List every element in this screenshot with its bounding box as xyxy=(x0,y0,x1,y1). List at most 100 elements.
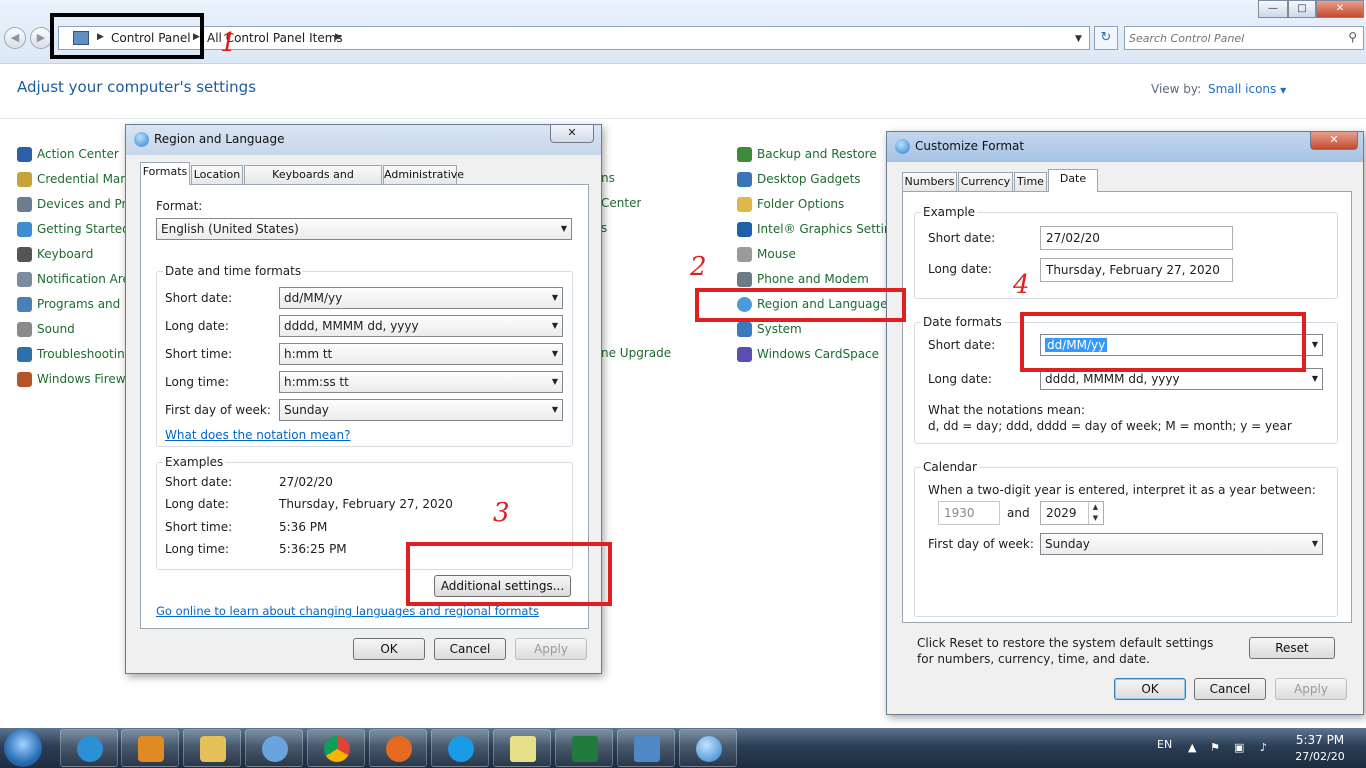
language-indicator[interactable]: EN xyxy=(1157,738,1172,751)
cp-item-system[interactable]: System xyxy=(737,321,887,339)
tab-formats[interactable]: Formats xyxy=(140,162,190,185)
online-languages-link[interactable]: Go online to learn about changing langua… xyxy=(156,604,539,618)
view-by-label: View by: xyxy=(1151,82,1202,96)
refresh-icon[interactable]: ↻ xyxy=(1094,26,1118,50)
date-time-formats-group: Date and time formats Short date: dd/MM/… xyxy=(156,264,573,447)
cp-item-action-center[interactable]: Action Center xyxy=(17,146,125,164)
cp-item-mouse[interactable]: Mouse xyxy=(737,246,887,264)
taskbar-explorer[interactable] xyxy=(183,729,241,767)
chrome-icon xyxy=(324,736,350,762)
flag-icon xyxy=(17,147,32,162)
apply-button[interactable]: Apply xyxy=(1275,678,1347,700)
cp-item-backup-restore[interactable]: Backup and Restore xyxy=(737,146,887,164)
folder-icon xyxy=(737,197,752,212)
taskbar-skype[interactable] xyxy=(431,729,489,767)
globe-icon xyxy=(696,736,722,762)
cp-item-folder-options[interactable]: Folder Options xyxy=(737,196,887,214)
cp-item-getting-started[interactable]: Getting Started xyxy=(17,221,125,239)
maximize-button[interactable]: □ xyxy=(1288,0,1316,18)
back-button[interactable]: ◀ xyxy=(4,27,26,49)
cancel-button[interactable]: Cancel xyxy=(1194,678,1266,700)
taskbar-firefox[interactable] xyxy=(369,729,427,767)
speaker-icon xyxy=(17,322,32,337)
tab-date[interactable]: Date xyxy=(1048,169,1098,192)
view-by-dropdown[interactable]: Small icons ▼ xyxy=(1208,82,1286,96)
cp-item-desktop-gadgets[interactable]: Desktop Gadgets xyxy=(737,171,887,189)
annotation-number-2: 2 xyxy=(690,252,707,282)
start-button[interactable] xyxy=(4,729,42,767)
cp-item-fragment[interactable]: ne Upgrade xyxy=(601,346,671,364)
cancel-button[interactable]: Cancel xyxy=(434,638,506,660)
cp-item-phone-modem[interactable]: Phone and Modem xyxy=(737,271,887,289)
close-button[interactable]: ✕ xyxy=(550,125,594,143)
cp-item-windows-firewall[interactable]: Windows Firewal xyxy=(17,371,125,389)
first-day-select[interactable]: Sunday ▼ xyxy=(279,399,563,421)
cp-item-fragment[interactable]: ns xyxy=(601,171,621,189)
minimize-button[interactable]: — xyxy=(1258,0,1288,18)
volume-icon[interactable]: ♪ xyxy=(1260,741,1267,754)
customize-format-dialog: Customize Format ✕ Numbers Currency Time… xyxy=(886,131,1364,715)
address-dropdown-icon[interactable]: ▼ xyxy=(1075,34,1082,44)
year-spinner-icon[interactable]: ▲ ▼ xyxy=(1088,502,1102,524)
example-long-time-label: Long time: xyxy=(165,542,230,556)
taskbar-mail[interactable] xyxy=(245,729,303,767)
example-long-date-value: Thursday, February 27, 2020 xyxy=(1040,258,1233,282)
address-box[interactable]: ▶ Control Panel ▶ All Control Panel Item… xyxy=(58,26,1090,50)
long-time-label: Long time: xyxy=(165,375,230,389)
cp-item-credential-manager[interactable]: Credential Mana xyxy=(17,171,125,189)
taskbar-internet-explorer[interactable] xyxy=(60,729,118,767)
notation-link[interactable]: What does the notation mean? xyxy=(165,428,350,442)
ok-button[interactable]: OK xyxy=(353,638,425,660)
tab-administrative[interactable]: Administrative xyxy=(383,165,464,185)
tab-currency[interactable]: Currency xyxy=(958,172,1013,192)
short-date-select[interactable]: dd/MM/yy ▼ xyxy=(279,287,563,309)
tab-keyboards-languages[interactable]: Keyboards and Languages xyxy=(244,165,382,199)
cp-item-keyboard[interactable]: Keyboard xyxy=(17,246,125,264)
taskbar-sticky-notes[interactable] xyxy=(493,729,551,767)
cp-item-fragment[interactable]: s xyxy=(601,221,621,239)
chevron-down-icon[interactable]: ▼ xyxy=(1312,335,1318,355)
example-short-time-value: 5:36 PM xyxy=(279,520,328,534)
format-select[interactable]: English (United States) ▼ xyxy=(156,218,572,240)
media-player-icon xyxy=(138,736,164,762)
show-hidden-icons-icon[interactable]: ▲ xyxy=(1188,741,1196,754)
cp-item-sound[interactable]: Sound xyxy=(17,321,125,339)
tab-location[interactable]: Location xyxy=(191,165,243,185)
backup-icon xyxy=(737,147,752,162)
calendar-group: Calendar When a two-digit year is entere… xyxy=(914,460,1338,617)
cp-item-programs-features[interactable]: Programs and Fe xyxy=(17,296,125,314)
short-time-select[interactable]: h:mm tt ▼ xyxy=(279,343,563,365)
taskbar-chrome[interactable] xyxy=(307,729,365,767)
clock-date[interactable]: 27/02/20 xyxy=(1292,750,1348,763)
taskbar-control-panel[interactable] xyxy=(617,729,675,767)
apply-button[interactable]: Apply xyxy=(515,638,587,660)
cp-item-notification-area[interactable]: Notification Area xyxy=(17,271,125,289)
long-time-select[interactable]: h:mm:ss tt ▼ xyxy=(279,371,563,393)
cp-item-fragment[interactable]: Center xyxy=(601,196,641,214)
excel-icon xyxy=(572,736,598,762)
cp-item-troubleshooting[interactable]: Troubleshooting xyxy=(17,346,125,364)
taskbar-media-player[interactable] xyxy=(121,729,179,767)
taskbar-excel[interactable] xyxy=(555,729,613,767)
taskbar-region-language[interactable] xyxy=(679,729,737,767)
tab-numbers[interactable]: Numbers xyxy=(902,172,957,192)
cp-item-intel-graphics[interactable]: Intel® Graphics Settings xyxy=(737,221,887,239)
long-date-select[interactable]: dddd, MMMM dd, yyyy ▼ xyxy=(279,315,563,337)
network-icon[interactable]: ▣ xyxy=(1234,741,1244,754)
forward-button[interactable]: ▶ xyxy=(30,27,52,49)
cp-item-devices-printers[interactable]: Devices and Prin xyxy=(17,196,125,214)
tab-time[interactable]: Time xyxy=(1014,172,1047,192)
ok-button[interactable]: OK xyxy=(1114,678,1186,700)
address-bar-area: — □ ✕ ◀ ▶ ▶ Control Panel ▶ All Control … xyxy=(0,0,1366,64)
chevron-down-icon[interactable]: ▼ xyxy=(1312,369,1318,389)
search-icon[interactable]: ⚲ xyxy=(1348,30,1357,44)
cp-item-windows-cardspace[interactable]: Windows CardSpace xyxy=(737,346,887,364)
first-day-select[interactable]: Sunday ▼ xyxy=(1040,533,1323,555)
search-input[interactable] xyxy=(1129,28,1339,48)
reset-button[interactable]: Reset xyxy=(1249,637,1335,659)
window-close-button[interactable]: ✕ xyxy=(1316,0,1364,18)
action-center-flag-icon[interactable]: ⚑ xyxy=(1210,741,1220,754)
close-button[interactable]: ✕ xyxy=(1310,132,1358,150)
chevron-down-icon: ▼ xyxy=(1280,86,1287,95)
clock-time[interactable]: 5:37 PM xyxy=(1295,733,1345,747)
